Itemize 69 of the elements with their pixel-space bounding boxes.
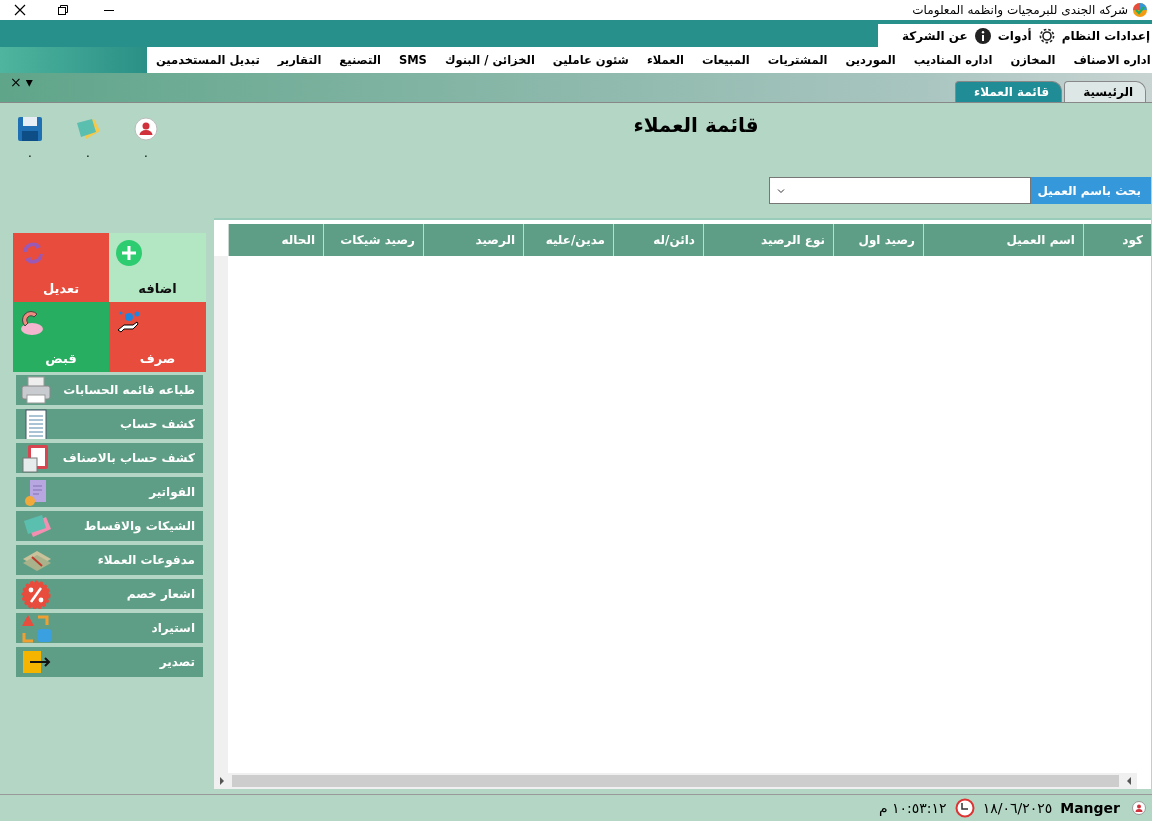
- percent-badge-icon: [20, 579, 52, 609]
- column-header[interactable]: الرصيد: [423, 224, 523, 256]
- dropdown-button[interactable]: ▾: [25, 75, 33, 89]
- menu-item[interactable]: SMS: [389, 53, 436, 67]
- menu-item[interactable]: تبديل المستخدمين: [147, 53, 269, 67]
- toolbar-caption: .: [144, 147, 148, 159]
- clock-icon: [954, 798, 975, 818]
- menu-item[interactable]: المشتريات: [758, 53, 837, 67]
- menu-item[interactable]: التقارير: [268, 53, 331, 67]
- column-header[interactable]: رصيد اول: [833, 224, 923, 256]
- menu-item[interactable]: التصنيع: [330, 53, 390, 67]
- horizontal-scrollbar[interactable]: [214, 773, 1137, 789]
- action-button[interactable]: استيراد: [16, 613, 203, 643]
- window-title: شركه الجندى للبرمجيات وانظمه المعلومات: [912, 3, 1128, 17]
- menu-item[interactable]: شئون عاملين: [543, 53, 638, 67]
- page-title: قائمة العملاء: [632, 113, 760, 137]
- tab[interactable]: الرئيسية: [1064, 81, 1146, 102]
- time-text: ١٠:٥٣:١٢ م: [878, 800, 947, 816]
- minimize-icon: [104, 9, 114, 11]
- close-tab-button[interactable]: ×: [10, 75, 22, 89]
- menu-item[interactable]: المخازن: [1001, 53, 1065, 67]
- action-button[interactable]: كشف حساب: [16, 409, 203, 439]
- action-button[interactable]: اشعار خصم: [16, 579, 203, 609]
- app-logo-icon: [1132, 2, 1148, 18]
- search-label: بحث باسم العميل: [1031, 177, 1151, 204]
- tab[interactable]: قائمة العملاء: [955, 81, 1063, 102]
- maximize-icon: [55, 2, 71, 18]
- add-icon: [115, 239, 143, 267]
- column-header[interactable]: دائن/له: [613, 224, 703, 256]
- gear-icon: [1037, 26, 1056, 45]
- column-header[interactable]: كود: [1083, 224, 1151, 256]
- shapes-cycle-icon: [20, 613, 52, 643]
- toolbar-caption: .: [86, 147, 90, 159]
- toolbar-button[interactable]: [16, 115, 44, 143]
- action-button[interactable]: الشيكات والاقساط: [16, 511, 203, 541]
- tile-button[interactable]: اضافه: [109, 233, 206, 302]
- toolbar-caption: .: [28, 147, 32, 159]
- action-button[interactable]: طباعه قائمه الحسابات: [16, 375, 203, 405]
- search-combo[interactable]: [769, 177, 1031, 204]
- tile-button[interactable]: تعديل: [13, 233, 109, 302]
- tile-button[interactable]: قبض: [13, 302, 109, 372]
- column-header[interactable]: مدين/عليه: [523, 224, 613, 256]
- action-button[interactable]: مدفوعات العملاء: [16, 545, 203, 575]
- menu-item[interactable]: المبيعات: [693, 53, 759, 67]
- menu-item[interactable]: اداره المناديب: [904, 53, 1002, 67]
- menu-item[interactable]: أدوات: [997, 28, 1032, 43]
- column-header[interactable]: رصيد شيكات: [323, 224, 423, 256]
- date-text: ١٨/٠٦/٢٠٢٥: [982, 800, 1053, 816]
- printer-icon: [20, 375, 52, 405]
- column-header[interactable]: الحاله: [228, 224, 323, 256]
- column-header[interactable]: نوع الرصيد: [703, 224, 833, 256]
- action-button[interactable]: الفواتير: [16, 477, 203, 507]
- column-header[interactable]: اسم العميل: [923, 224, 1083, 256]
- action-button[interactable]: تصدير: [16, 647, 203, 677]
- user-icon: [1132, 801, 1146, 815]
- toolbar-button[interactable]: [132, 115, 160, 143]
- save-icon: [16, 115, 44, 143]
- user-name: Manger: [1060, 800, 1120, 816]
- close-icon: [12, 2, 28, 18]
- menu-item[interactable]: اداره الاصناف: [1064, 53, 1152, 67]
- menu-item[interactable]: الخزائن / البنوك: [435, 53, 544, 67]
- vertical-scrollbar[interactable]: [214, 256, 228, 773]
- menu-item[interactable]: العملاء: [637, 53, 693, 67]
- action-button[interactable]: كشف حساب بالاصناف: [16, 443, 203, 473]
- menu-item[interactable]: إعدادات النظام: [1061, 28, 1150, 43]
- menu-item[interactable]: عن الشركة: [902, 28, 968, 43]
- tile-button[interactable]: صرف: [109, 302, 206, 372]
- menu-item[interactable]: الموردين: [836, 53, 905, 67]
- user-icon: [132, 115, 160, 143]
